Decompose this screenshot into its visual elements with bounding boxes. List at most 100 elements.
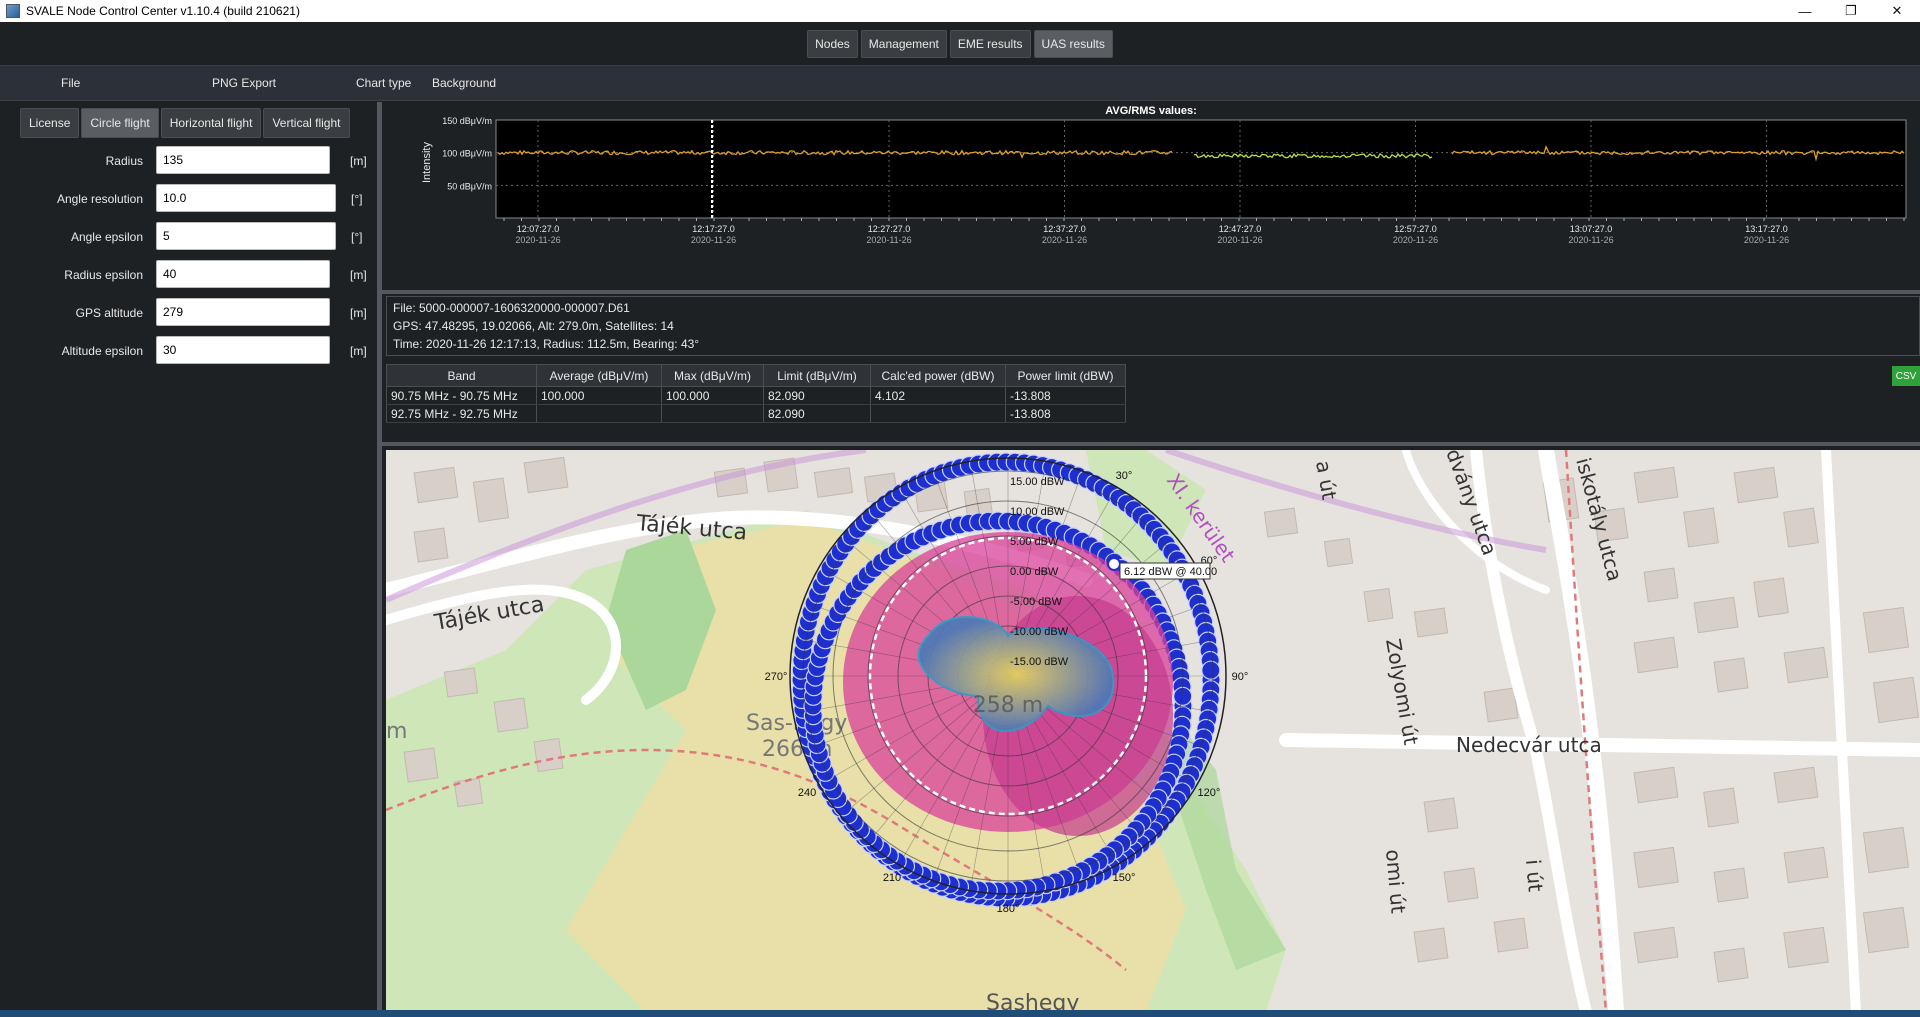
map-view[interactable]: Tájék utca Tájék utca Zolyomi út Nedecvá… [386,450,1920,1012]
building [1683,507,1719,548]
cell-average [536,404,662,423]
gps-info: GPS: 47.48295, 19.02066, Alt: 279.0m, Sa… [393,319,674,333]
csv-export-button[interactable]: CSV [1892,366,1920,386]
map-canvas: Tájék utca Tájék utca Zolyomi út Nedecvá… [386,450,1920,1012]
col-average[interactable]: Average (dBμV/m) [536,364,662,387]
menu-png-export[interactable]: PNG Export [212,76,276,90]
building [813,467,854,498]
x-tick-date: 2020-11-26 [866,235,911,245]
tab-horizontal-flight[interactable]: Horizontal flight [160,108,262,138]
intensity-chart[interactable]: 150 dBμV/m 100 dBμV/m 50 dBμV/m 12:07:27.0 2… [382,102,1920,282]
ring-label: 5.00 dBW [1010,536,1059,548]
menu-file[interactable]: File [61,76,80,90]
param-unit: [m] [350,268,367,282]
param-unit: [°] [351,192,363,206]
app-icon [6,4,20,18]
gps-altitude-input[interactable] [156,298,330,326]
tab-license[interactable]: License [20,108,80,138]
param-unit: [°] [351,230,363,244]
tab-eme-results[interactable]: EME results [949,29,1031,58]
x-tick-date: 2020-11-26 [1042,235,1087,245]
ring-label: 15.00 dBW [1010,476,1065,488]
angle-label: 150° [1113,872,1136,884]
building [1323,537,1354,568]
param-unit: [m] [350,154,367,168]
building [1862,606,1910,654]
building [1862,906,1910,954]
building [1862,826,1910,874]
window-title: SVALE Node Control Center v1.10.4 (build… [26,4,300,18]
building [1493,917,1529,953]
maximize-button[interactable]: ❐ [1828,0,1874,22]
building [1413,927,1449,963]
time-info: Time: 2020-11-26 12:17:13, Radius: 112.5… [393,337,700,351]
x-tick-time: 12:47:27.0 [1219,224,1262,234]
col-power-limit[interactable]: Power limit (dBW) [1005,364,1126,387]
cell-power-limit: -13.808 [1005,386,1126,405]
col-max[interactable]: Max (dBμV/m) [661,364,764,387]
radius-epsilon-input[interactable] [156,260,330,288]
selected-point[interactable] [1107,557,1121,571]
building [1633,466,1679,504]
x-tick-time: 13:17:27.0 [1745,224,1788,234]
building [443,667,479,698]
tab-management[interactable]: Management [860,29,947,58]
minimize-button[interactable]: — [1782,0,1828,22]
chart-title: AVG/RMS values: [1105,105,1197,117]
angle-epsilon-input[interactable] [156,222,336,250]
cell-average: 100.000 [536,386,662,405]
angle-label: 180° [997,903,1020,915]
tab-nodes[interactable]: Nodes [807,29,858,58]
building [1633,846,1679,889]
x-tick-date: 2020-11-26 [1393,235,1438,245]
menu-background[interactable]: Background [432,76,496,90]
table-header-row: Band Average (dBμV/m) Max (dBμV/m) Limit… [386,364,1126,387]
building [1733,466,1779,504]
tab-uas-results[interactable]: UAS results [1033,29,1113,58]
altitude-epsilon-input[interactable] [156,336,330,364]
horizontal-splitter[interactable] [382,290,1920,294]
radius-input[interactable] [156,146,330,174]
y-tick-label: 50 dBμV/m [447,181,492,191]
x-tick-date: 2020-11-26 [1744,235,1789,245]
building [1643,567,1679,603]
x-tick-time: 12:27:27.0 [868,224,911,234]
table-row[interactable]: 92.75 MHz - 92.75 MHz 82.090 -13.808 [386,404,1126,423]
angle-label: 90° [1232,671,1249,683]
track-point [1201,660,1221,680]
param-unit: [m] [350,306,367,320]
col-band[interactable]: Band [386,364,537,387]
building [533,737,564,773]
band-table-container: Band Average (dBμV/m) Max (dBμV/m) Limit… [386,364,1920,424]
col-limit[interactable]: Limit (dBμV/m) [763,364,871,387]
param-radius-epsilon: Radius epsilon [m] [0,260,380,290]
param-label: Radius [105,154,143,168]
close-button[interactable]: ✕ [1874,0,1920,22]
cell-power-limit: -13.808 [1005,404,1126,423]
x-tick-date: 2020-11-26 [1217,235,1262,245]
angle-label: 210 [883,872,901,884]
horizontal-splitter[interactable] [382,442,1920,446]
building [1703,787,1739,828]
building [1713,947,1749,983]
building [1773,766,1819,804]
col-calced-power[interactable]: Calc'ed power (dBW) [870,364,1006,387]
tab-circle-flight[interactable]: Circle flight [81,108,159,138]
status-bar [0,1010,1920,1017]
street-label: i út [1521,858,1548,893]
y-tick-label: 150 dBμV/m [442,116,492,126]
angle-resolution-input[interactable] [156,184,336,212]
table-row[interactable]: 90.75 MHz - 90.75 MHz 100.000 100.000 82… [386,386,1126,405]
x-tick-date: 2020-11-26 [515,235,560,245]
building [1483,687,1519,723]
tab-vertical-flight[interactable]: Vertical flight [263,108,350,138]
cell-limit: 82.090 [763,386,871,405]
building [1633,766,1679,804]
menu-chart-type[interactable]: Chart type [356,76,411,90]
file-info: File: 5000-000007-1606320000-000007.D61 [393,301,630,315]
main-tabs: Nodes Management EME results UAS results [0,22,1920,65]
param-altitude-epsilon: Altitude epsilon [m] [0,336,380,366]
param-angle-resolution: Angle resolution [°] [0,184,380,214]
cell-limit: 82.090 [763,404,871,423]
param-angle-epsilon: Angle epsilon [°] [0,222,380,252]
